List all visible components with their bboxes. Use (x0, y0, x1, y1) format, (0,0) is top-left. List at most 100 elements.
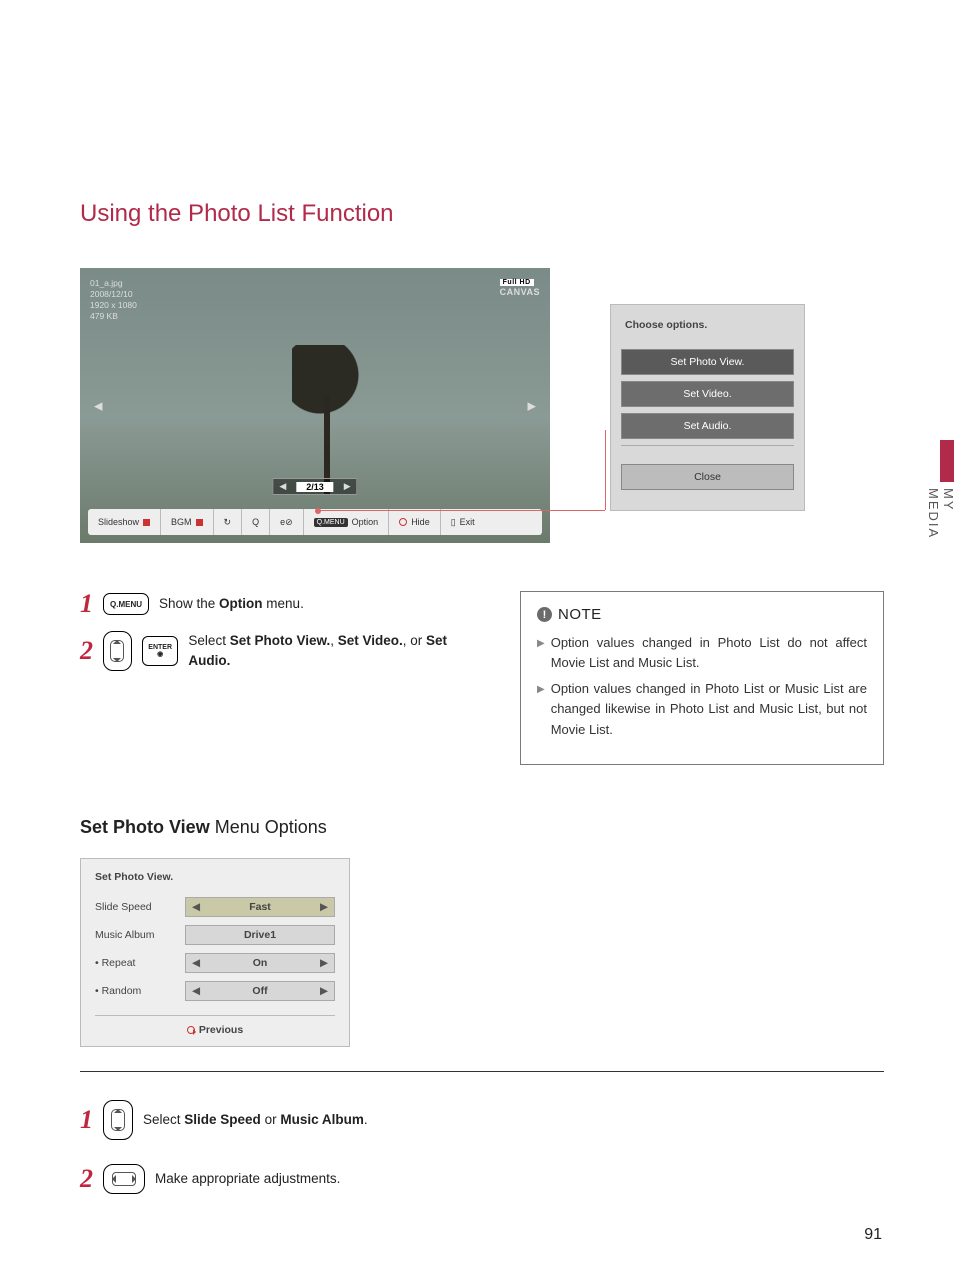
note-item-2: ▶Option values changed in Photo List or … (537, 679, 867, 739)
triangle-icon: ▶ (537, 636, 545, 673)
ls1-a: Select (143, 1112, 184, 1127)
photo-viewer: 01_a.jpg 2008/12/10 1920 x 1080 479 KB F… (80, 268, 550, 543)
photo-meta-name: 01_a.jpg (90, 278, 137, 289)
step-number-1: 1 (80, 591, 93, 617)
counter-value: 2/13 (296, 482, 334, 492)
step-1-a: Show the (159, 596, 219, 611)
counter-left-icon[interactable]: ◀ (279, 481, 286, 492)
ls1-b1: Slide Speed (184, 1112, 261, 1127)
toolbar-exit[interactable]: ▯ Exit (441, 509, 485, 535)
right-arrow-icon[interactable]: ▶ (314, 985, 334, 997)
spv-previous-label: Previous (199, 1024, 243, 1036)
photo-counter: ◀ 2/13 ▶ (272, 478, 357, 495)
option-set-audio[interactable]: Set Audio. (621, 413, 794, 439)
step-2-b2: Set Video. (338, 633, 403, 648)
toolbar-exit-label: Exit (460, 517, 475, 527)
note-label: NOTE (558, 606, 602, 623)
note-box: ! NOTE ▶Option values changed in Photo L… (520, 591, 884, 765)
canvas-label: CANVAS (500, 287, 540, 297)
spv-value-text: On (206, 957, 314, 969)
section-tab: MY MEDIA (926, 440, 954, 550)
prev-photo-arrow[interactable]: ◀ (94, 399, 102, 412)
options-divider (621, 445, 794, 446)
spv-row-repeat[interactable]: • Repeat ◀On▶ (95, 953, 335, 973)
section-tab-marker (940, 440, 954, 482)
section-divider (80, 1071, 884, 1072)
spv-row-music-album[interactable]: Music Album Drive1 (95, 925, 335, 945)
step-number-1: 1 (80, 1107, 93, 1133)
fullhd-badge: Full HD (500, 279, 534, 286)
toolbar-bgm-label: BGM (171, 517, 192, 527)
spv-label: Music Album (95, 929, 185, 941)
option-set-video[interactable]: Set Video. (621, 381, 794, 407)
note-item-1: ▶Option values changed in Photo List do … (537, 633, 867, 673)
right-arrow-icon[interactable]: ▶ (314, 957, 334, 969)
photo-meta-date: 2008/12/10 (90, 289, 137, 300)
right-arrow-icon[interactable]: ▶ (314, 901, 334, 913)
qmenu-badge-icon: Q.MENU (314, 518, 348, 527)
page-number: 91 (864, 1226, 882, 1244)
spv-value: ◀Fast▶ (185, 897, 335, 917)
spv-label: • Random (95, 985, 185, 997)
sub-heading-rest: Menu Options (210, 817, 327, 837)
counter-right-icon[interactable]: ▶ (344, 481, 351, 492)
spv-value: Drive1 (185, 925, 335, 945)
section-tab-label: MY MEDIA (926, 488, 954, 550)
step-2: 2 ENTER Select Set Photo View., Set Vide… (80, 631, 480, 672)
step-1-c: menu. (263, 596, 304, 611)
spv-previous[interactable]: Previous (95, 1015, 335, 1036)
connector-line-v (605, 430, 606, 510)
step-2-text: Select Set Photo View., Set Video., or S… (188, 631, 480, 672)
toolbar-zoom[interactable]: Q (242, 509, 270, 535)
set-photo-view-panel: Set Photo View. Slide Speed ◀Fast▶ Music… (80, 858, 350, 1047)
spv-row-slide-speed[interactable]: Slide Speed ◀Fast▶ (95, 897, 335, 917)
note-item-1-text: Option values changed in Photo List do n… (551, 633, 867, 673)
nav-leftright-button-icon (103, 1164, 145, 1194)
option-set-photo-view[interactable]: Set Photo View. (621, 349, 794, 375)
exit-icon: ▯ (451, 517, 456, 528)
step-2-s1: , (330, 633, 338, 648)
page-title: Using the Photo List Function (80, 200, 884, 228)
next-photo-arrow[interactable]: ▶ (528, 399, 536, 412)
step-1: 1 Q.MENU Show the Option menu. (80, 591, 480, 617)
left-arrow-icon[interactable]: ◀ (186, 957, 206, 969)
photo-meta: 01_a.jpg 2008/12/10 1920 x 1080 479 KB (90, 278, 137, 322)
sub-heading: Set Photo View Menu Options (80, 817, 884, 838)
lower-step-1-text: Select Slide Speed or Music Album. (143, 1110, 368, 1130)
previous-icon (187, 1026, 195, 1034)
option-close[interactable]: Close (621, 464, 794, 490)
ls1-tail: . (364, 1112, 368, 1127)
spv-value: ◀Off▶ (185, 981, 335, 1001)
spv-label: Slide Speed (95, 901, 185, 913)
spv-value-text: Fast (206, 901, 314, 913)
left-arrow-icon[interactable]: ◀ (186, 985, 206, 997)
lower-step-1: 1 Select Slide Speed or Music Album. (80, 1100, 884, 1140)
toolbar-hide[interactable]: Hide (389, 509, 441, 535)
spv-row-random[interactable]: • Random ◀Off▶ (95, 981, 335, 1001)
spv-value: ◀On▶ (185, 953, 335, 973)
steps-lower: 1 Select Slide Speed or Music Album. 2 M… (80, 1100, 884, 1194)
note-icon: ! (537, 607, 552, 622)
enter-button-icon: ENTER (142, 636, 179, 666)
spv-value-text: Drive1 (186, 929, 334, 941)
toolbar-slideshow-label: Slideshow (98, 517, 139, 527)
sub-heading-bold: Set Photo View (80, 817, 210, 837)
step-2-s2: , or (403, 633, 426, 648)
toolbar-rotate[interactable]: ↻ (214, 509, 243, 535)
left-arrow-icon[interactable]: ◀ (186, 901, 206, 913)
toolbar-hide-label: Hide (411, 517, 430, 527)
photo-meta-size: 479 KB (90, 311, 137, 322)
step-2-b1: Set Photo View. (230, 633, 331, 648)
toolbar-slideshow[interactable]: Slideshow (88, 509, 161, 535)
photo-meta-res: 1920 x 1080 (90, 300, 137, 311)
spv-value-text: Off (206, 985, 314, 997)
toolbar-bgm[interactable]: BGM (161, 509, 214, 535)
step-number-2: 2 (80, 638, 93, 664)
lower-step-2-text: Make appropriate adjustments. (155, 1169, 340, 1189)
toolbar-delete[interactable]: e⊘ (270, 509, 304, 535)
spv-title: Set Photo View. (95, 871, 335, 883)
step-1-text: Show the Option menu. (159, 594, 304, 614)
hide-icon (399, 518, 407, 526)
nav-updown-button-icon (103, 1100, 133, 1140)
step-number-2: 2 (80, 1166, 93, 1192)
